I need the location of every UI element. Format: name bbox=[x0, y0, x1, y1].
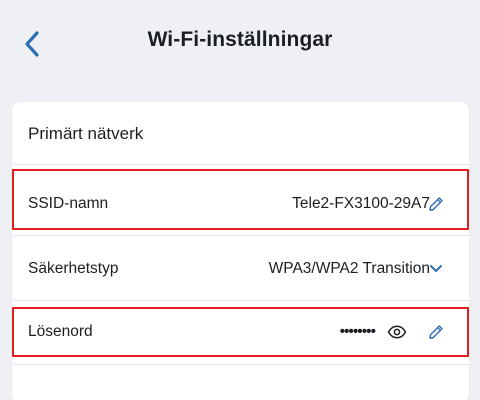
password-label: Lösenord bbox=[28, 323, 93, 340]
security-type-row[interactable]: Säkerhetstyp WPA3/WPA2 Transition bbox=[12, 238, 469, 300]
ssid-row[interactable]: SSID-namn Tele2-FX3100-29A7 bbox=[12, 173, 469, 235]
primary-network-card: Primärt nätverk SSID-namn Tele2-FX3100-2… bbox=[12, 102, 469, 400]
divider bbox=[12, 164, 469, 165]
ssid-value: Tele2-FX3100-29A7 bbox=[292, 195, 430, 212]
divider bbox=[12, 235, 469, 236]
header: Wi-Fi-inställningar bbox=[0, 0, 480, 86]
password-row[interactable]: Lösenord •••••••• bbox=[12, 301, 469, 363]
page-title: Wi-Fi-inställningar bbox=[147, 28, 333, 51]
chevron-down-icon[interactable] bbox=[424, 257, 448, 281]
divider bbox=[12, 364, 469, 365]
security-type-value: WPA3/WPA2 Transition bbox=[268, 260, 430, 277]
section-title: Primärt nätverk bbox=[28, 124, 144, 143]
pencil-icon[interactable] bbox=[424, 320, 448, 344]
ssid-label: SSID-namn bbox=[28, 195, 109, 212]
eye-icon[interactable] bbox=[385, 320, 409, 344]
password-value: •••••••• bbox=[339, 323, 376, 340]
security-type-label: Säkerhetstyp bbox=[28, 260, 119, 277]
pencil-icon[interactable] bbox=[424, 192, 448, 216]
